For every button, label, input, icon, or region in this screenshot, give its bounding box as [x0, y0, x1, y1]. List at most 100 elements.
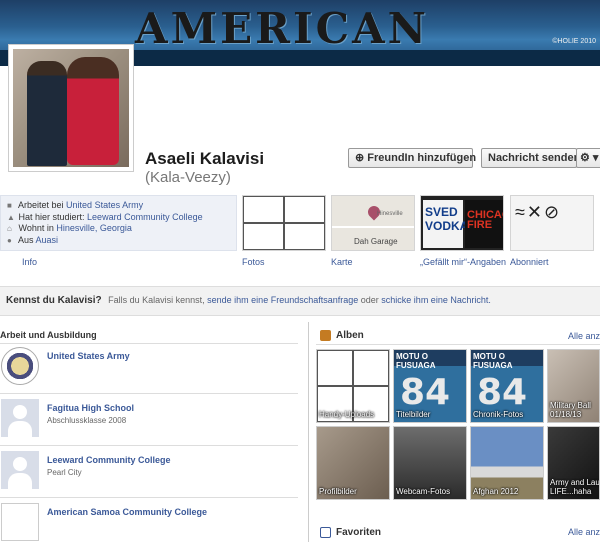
chevron-down-icon: ▾ — [589, 152, 599, 164]
send-message-button[interactable]: Nachricht senden — [481, 148, 580, 168]
album-thumbnail[interactable]: MOTU O FUSUAGA 84 Titelbilder — [393, 349, 467, 423]
column-divider — [308, 322, 309, 542]
work-item-sub: Abschlussklasse 2008 — [47, 416, 127, 425]
info-from: ● Aus Auasi — [7, 235, 230, 247]
profile-person-man — [27, 61, 67, 166]
meme-panel — [317, 350, 353, 386]
default-page-icon — [1, 399, 39, 437]
profile-name: Asaeli Kalavisi — [145, 149, 265, 168]
subscription-thumbnail: ≈✕⊘ — [515, 202, 562, 222]
info-box: ■ Arbeitet bei United States Army ▲ Hat … — [0, 195, 237, 251]
info-study: ▲ Hat hier studiert: Leeward Community C… — [7, 212, 230, 224]
friend-request-link[interactable]: sende ihm eine Freundschaftsanfrage — [207, 295, 358, 305]
add-friend-label: FreundIn hinzufügen — [367, 152, 477, 164]
album-title: Afghan 2012 — [473, 487, 519, 496]
info-from-prefix: Aus — [18, 234, 36, 245]
map-tile[interactable]: Hinesville Dah Garage — [331, 195, 415, 251]
add-friend-button[interactable]: ⊕ FreundIn hinzufügen — [348, 148, 477, 168]
work-item-name[interactable]: American Samoa Community College — [47, 507, 207, 517]
work-item-name[interactable]: Leeward Community College — [47, 455, 171, 465]
work-item[interactable]: Fagitua High School Abschlussklasse 2008 — [0, 399, 298, 447]
home-icon: ⌂ — [7, 224, 12, 233]
cover-credit: ©HOLIE 2010 — [552, 38, 596, 45]
info-home-prefix: Wohnt in — [18, 223, 57, 233]
know-person-or: oder — [360, 295, 379, 305]
meme-panel — [284, 196, 325, 223]
work-item[interactable]: American Samoa Community College — [0, 503, 298, 551]
divider — [0, 393, 298, 394]
favorites-heading: Favoriten — [336, 527, 382, 538]
work-item-name[interactable]: Fagitua High School — [47, 403, 134, 413]
know-person-bar: Kennst du Kalavisi? Falls du Kalavisi ke… — [0, 286, 600, 316]
albums-heading: Alben — [336, 330, 364, 341]
info-work-prefix: Arbeitet bei — [18, 200, 67, 210]
favorites-show-all-link[interactable]: Alle anze — [568, 527, 600, 537]
album-title: Webcam-Fotos — [396, 487, 451, 496]
album-title: Profilbilder — [319, 487, 357, 496]
album-jersey-number: 84 — [400, 372, 451, 413]
info-study-prefix: Hat hier studiert: — [18, 211, 88, 222]
subscriptions-tile[interactable]: ≈✕⊘ — [510, 195, 594, 251]
map-road — [332, 226, 414, 228]
map-town: Hinesville — [377, 211, 403, 217]
info-study-link[interactable]: Leeward Community College — [87, 212, 203, 222]
gear-icon: ⚙ — [580, 152, 590, 164]
albums-show-all-link[interactable]: Alle anze — [568, 331, 600, 341]
album-banner-text: MOTU O FUSUAGA — [396, 352, 436, 370]
map-tab-label[interactable]: Karte — [331, 257, 353, 267]
photos-meme-grid — [243, 196, 325, 250]
work-education-heading: Arbeit und Ausbildung — [0, 330, 97, 340]
album-thumbnail[interactable]: MOTU O FUSUAGA 84 Chronik-Fotos — [470, 349, 544, 423]
info-home-link[interactable]: Hinesville, Georgia — [56, 223, 132, 233]
info-tab-label[interactable]: Info — [22, 257, 37, 267]
divider — [0, 343, 298, 344]
favorites-icon — [320, 527, 331, 538]
meme-panel — [243, 223, 284, 250]
profile-picture[interactable] — [8, 44, 134, 172]
info-work-link[interactable]: United States Army — [66, 200, 143, 210]
info-home: ⌂ Wohnt in Hinesville, Georgia — [7, 223, 230, 235]
work-item-name[interactable]: United States Army — [47, 351, 130, 361]
profile-picture-image — [13, 49, 129, 167]
work-item[interactable]: Leeward Community College Pearl City — [0, 451, 298, 499]
info-work: ■ Arbeitet bei United States Army — [7, 200, 230, 212]
albums-icon — [320, 330, 331, 341]
army-seal-icon — [1, 347, 39, 385]
album-thumbnail[interactable]: Profilbilder — [316, 426, 390, 500]
likes-tab-label[interactable]: „Gefällt mir“-Angaben — [420, 257, 506, 267]
add-friend-icon: ⊕ — [355, 152, 368, 164]
album-thumbnail[interactable]: Handy-Uploads — [316, 349, 390, 423]
meme-panel — [353, 350, 389, 386]
photos-tab-label[interactable]: Fotos — [242, 257, 265, 267]
send-message-link[interactable]: schicke ihm eine Nachricht. — [381, 295, 491, 305]
profile-alt-name: (Kala-Veezy) — [145, 169, 231, 186]
divider — [0, 497, 298, 498]
work-item-sub: Pearl City — [47, 468, 82, 477]
like-page-chicago-fire: CHICAGO FIRE — [465, 200, 503, 248]
divider — [0, 445, 298, 446]
subscriptions-tab-label[interactable]: Abonniert — [510, 257, 549, 267]
know-person-question: Kennst du Kalavisi? — [6, 295, 102, 306]
default-page-icon — [1, 451, 39, 489]
settings-dropdown-button[interactable]: ⚙ ▾ — [576, 148, 600, 168]
map-place: Dah Garage — [354, 237, 398, 246]
briefcase-icon: ■ — [7, 201, 12, 210]
album-thumbnail[interactable]: Military Ball 01/18/13 — [547, 349, 600, 423]
album-title: Military Ball 01/18/13 — [550, 401, 591, 419]
meme-panel — [243, 196, 284, 223]
album-title: Handy-Uploads — [319, 410, 375, 419]
work-item[interactable]: United States Army — [0, 347, 298, 395]
info-from-link[interactable]: Auasi — [36, 235, 59, 245]
album-thumbnail[interactable]: Army and Lau LIFE...haha — [547, 426, 600, 500]
graduation-icon: ▲ — [7, 212, 15, 222]
likes-tile[interactable]: SVED VODKA CHICAGO FIRE — [420, 195, 504, 251]
pin-icon: ● — [7, 235, 12, 245]
album-title: Army and Lau LIFE...haha — [550, 478, 600, 496]
album-thumbnail[interactable]: Webcam-Fotos — [393, 426, 467, 500]
album-banner-text: MOTU O FUSUAGA — [473, 352, 513, 370]
album-jersey-number: 84 — [477, 372, 528, 413]
profile-person-woman — [67, 57, 119, 165]
album-thumbnail[interactable]: Afghan 2012 — [470, 426, 544, 500]
photos-tile[interactable] — [242, 195, 326, 251]
college-logo-icon — [1, 503, 39, 541]
